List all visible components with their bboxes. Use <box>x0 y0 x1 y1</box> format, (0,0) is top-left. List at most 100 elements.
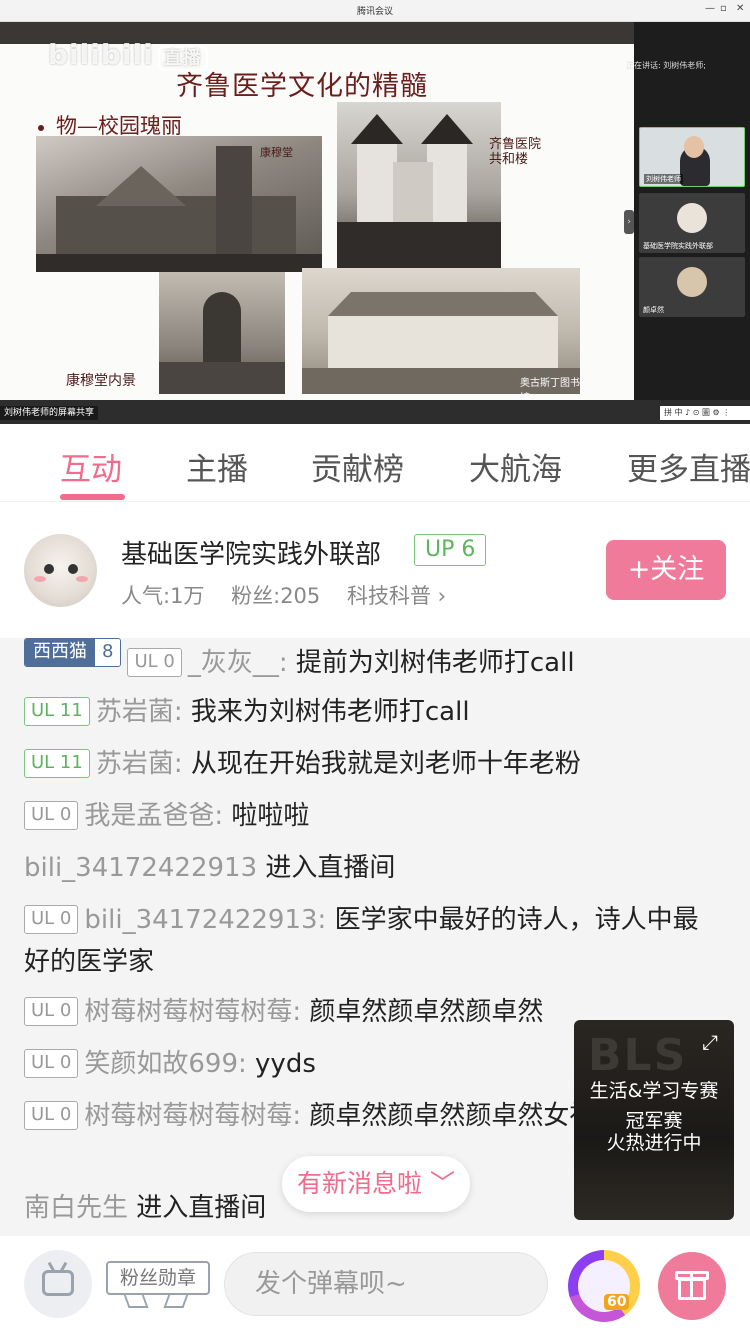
chat-username[interactable]: 树莓树莓树莓树莓: <box>84 997 301 1027</box>
slide-title: 齐鲁医学文化的精髓 <box>176 71 428 102</box>
chat-text: 颜卓然颜卓然颜卓然女神 <box>309 1101 596 1131</box>
chat-username[interactable]: 笑颜如故699: <box>84 1049 246 1079</box>
chat-message: UL 0 我是孟爸爸: 啦啦啦 <box>24 795 724 837</box>
panel-collapse-icon[interactable]: › <box>624 210 634 234</box>
chat-text: 颜卓然颜卓然颜卓然 <box>309 997 544 1027</box>
watermark-text: bilibili <box>48 38 154 71</box>
fan-medal-level: 8 <box>95 639 121 666</box>
fan-count: 粉丝:205 <box>231 584 321 608</box>
participant-tile[interactable]: 颜卓然 <box>639 257 745 317</box>
tab-contribution-rank[interactable]: 贡献榜 <box>311 444 404 489</box>
category-link[interactable]: 科技科普 › <box>347 584 446 608</box>
chat-username[interactable]: 我是孟爸爸: <box>84 801 223 831</box>
streamer-stats: 人气:1万 粉丝:205 科技科普 › <box>121 580 466 610</box>
slide-bullet-text: 物—校园瑰丽 <box>56 114 182 138</box>
chat-username[interactable]: bili_34172422913 <box>24 853 257 883</box>
participant-tile[interactable]: 刘树伟老师 <box>639 127 745 187</box>
participant-face <box>684 136 704 158</box>
caption-kangmu-hall: 康穆堂 <box>260 146 293 159</box>
chat-message: 西西猫 8 UL 0 _灰灰__: 提前为刘树伟老师打call <box>24 638 724 684</box>
ribbon-icon <box>163 1294 189 1308</box>
streamer-avatar[interactable] <box>24 534 97 607</box>
participant-tile[interactable]: 基础医学院实践外联部 <box>639 193 745 253</box>
watermark-live-tag: 直播 <box>157 46 208 71</box>
bilibili-live-watermark: bilibili 直播 <box>48 38 208 71</box>
popularity-count: 人气:1万 <box>121 584 205 608</box>
participant-name: 颜卓然 <box>643 306 664 314</box>
chat-username[interactable]: 苏岩菌: <box>96 749 183 779</box>
participant-name: 基础医学院实践外联部 <box>643 242 713 250</box>
chat-text: 啦啦啦 <box>231 801 310 831</box>
danmaku-input[interactable]: 发个弹幕呗~ <box>224 1252 548 1316</box>
user-level-badge: UL 11 <box>24 749 90 778</box>
tab-interaction[interactable]: 互动 <box>60 444 122 489</box>
up-level-badge: UP 6 <box>414 534 487 566</box>
chat-message: UL 11 苏岩菌: 从现在开始我就是刘老师十年老粉 <box>24 743 724 785</box>
new-message-button[interactable]: 有新消息啦 ﹀ <box>282 1156 470 1212</box>
follow-button[interactable]: +关注 <box>606 540 726 600</box>
meeting-window-titlebar: 腾讯会议 — ▫ ✕ <box>0 0 750 22</box>
restore-icon[interactable]: ▫ <box>720 3 727 14</box>
active-tab-indicator <box>60 494 125 500</box>
close-icon[interactable]: ✕ <box>736 3 744 14</box>
chat-enter-notice: bili_34172422913 进入直播间 <box>24 847 724 889</box>
speaking-indicator: 正在讲话: 刘树伟老师; <box>626 61 706 70</box>
streamer-name[interactable]: 基础医学院实践外联部 <box>121 534 381 571</box>
chat-text: 我来为刘树伟老师打call <box>190 697 470 727</box>
photo-kangmu-interior <box>159 272 285 394</box>
chat-text: 提前为刘树伟老师打call <box>295 648 575 678</box>
chat-username[interactable]: 苏岩菌: <box>96 697 183 727</box>
chat-message: UL 11 苏岩菌: 我来为刘树伟老师打call <box>24 691 724 733</box>
chat-username[interactable]: 南白先生 <box>24 1193 128 1223</box>
ribbon-icon <box>123 1294 149 1308</box>
video-bottom-strip <box>0 400 750 424</box>
tab-more-live[interactable]: 更多直播 <box>627 444 750 489</box>
live-room-tabs: 互动 主播 贡献榜 大航海 更多直播 <box>0 424 750 502</box>
chat-username[interactable]: bili_34172422913: <box>84 905 326 935</box>
tab-guard[interactable]: 大航海 <box>469 444 562 489</box>
presentation-slide: 齐鲁医学文化的精髓 物—校园瑰丽 康穆堂 齐鲁医院 共和楼 康穆堂内景 奥古斯丁… <box>0 44 634 400</box>
user-level-badge: UL 0 <box>24 905 79 934</box>
user-level-badge: UL 0 <box>24 801 79 830</box>
fan-medal-badge[interactable]: 西西猫 8 <box>24 638 122 667</box>
photo-kangmu-hall: 康穆堂 <box>36 136 322 272</box>
photo-library: 奥古斯丁图书馆 <box>302 268 580 394</box>
user-level-badge: UL 0 <box>24 1101 79 1130</box>
chat-text: 进入直播间 <box>265 853 396 883</box>
participant-avatar <box>677 203 707 233</box>
expand-icon[interactable]: ⤢ <box>702 1030 718 1054</box>
photo-hospital-building <box>337 102 501 268</box>
caption-hospital-building: 齐鲁医院 共和楼 <box>489 137 542 167</box>
window-title: 腾讯会议 <box>356 7 393 17</box>
minimize-icon[interactable]: — <box>705 3 715 14</box>
gift-icon[interactable] <box>658 1252 726 1320</box>
user-level-badge: UL 0 <box>127 648 182 677</box>
bullet-dot <box>38 124 44 131</box>
chat-username[interactable]: 树莓树莓树莓树莓: <box>84 1101 301 1131</box>
promo-title: 生活&学习专赛 <box>589 1080 719 1102</box>
caption-library: 奥古斯丁图书馆 <box>520 378 580 394</box>
chat-username[interactable]: _灰灰__: <box>188 648 288 678</box>
speedometer-icon[interactable]: 60 <box>568 1250 640 1322</box>
user-level-badge: UL 11 <box>24 697 90 726</box>
tv-icon[interactable] <box>24 1250 92 1318</box>
live-video-player[interactable]: 腾讯会议 — ▫ ✕ 齐鲁医学文化的精髓 物—校园瑰丽 康穆堂 齐鲁医院 共和楼… <box>0 0 750 424</box>
speed-badge: 60 <box>604 1294 630 1310</box>
chat-text: 从现在开始我就是刘老师十年老粉 <box>190 749 581 779</box>
chat-message: UL 0 bili_34172422913: 医学家中最好的诗人，诗人中最好的医学… <box>24 899 724 983</box>
participant-avatar <box>677 267 707 297</box>
promo-status: 火热进行中 <box>606 1132 702 1154</box>
chat-text: 进入直播间 <box>136 1193 267 1223</box>
user-level-badge: UL 0 <box>24 997 79 1026</box>
fan-medal-name: 西西猫 <box>25 639 95 666</box>
promo-logo: BLS <box>588 1030 688 1081</box>
tab-streamer[interactable]: 主播 <box>186 444 248 489</box>
meeting-toolbar[interactable]: 拼 中 ♪ ⊙ 圖 ⚙ ⋮ <box>660 406 750 420</box>
screen-share-label: 刘树伟老师的屏幕共享 <box>0 406 99 420</box>
streamer-info: 基础医学院实践外联部 UP 6 人气:1万 粉丝:205 科技科普 › +关注 <box>0 502 750 638</box>
event-promo-card[interactable]: BLS ⤢ 生活&学习专赛 冠军赛 火热进行中 <box>574 1020 734 1220</box>
chat-text: yyds <box>255 1049 316 1079</box>
fan-medal-button[interactable]: 粉丝勋章 <box>106 1261 210 1295</box>
user-level-badge: UL 0 <box>24 1049 79 1078</box>
bottom-input-bar: 粉丝勋章 发个弹幕呗~ 60 <box>0 1236 750 1334</box>
